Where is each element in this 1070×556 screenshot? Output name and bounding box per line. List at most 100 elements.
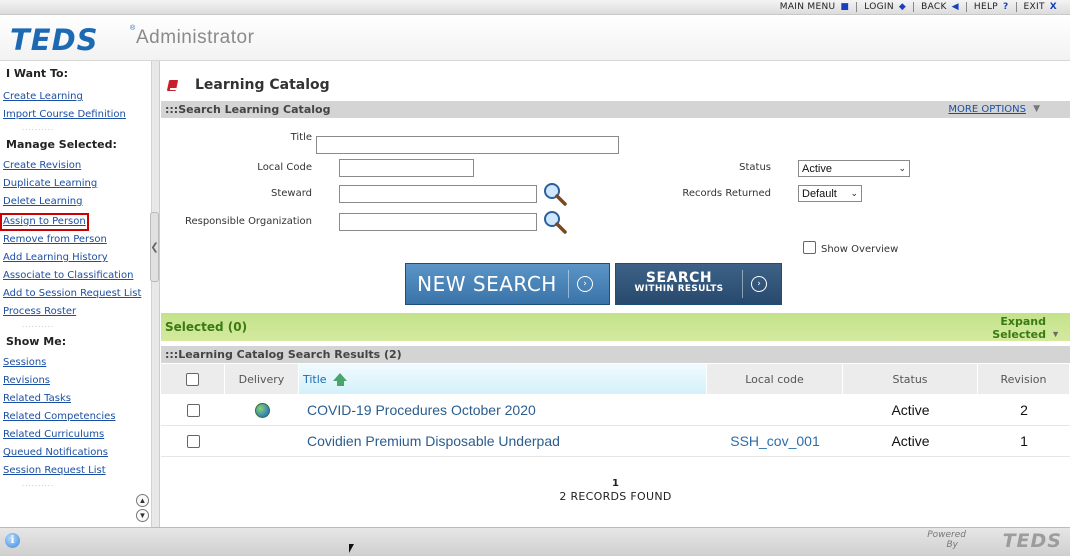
select-all-checkbox[interactable] <box>186 372 199 386</box>
status-bar: i Powered By TEDS <box>0 527 1070 556</box>
remove-from-person-link[interactable]: Remove from Person <box>0 231 151 249</box>
app-window: MAIN MENU ■ LOGIN ◆ BACK ◀ HELP ? EXIT X <box>0 0 1070 556</box>
create-learning-link[interactable]: Create Learning <box>0 88 151 106</box>
column-header-status[interactable]: Status <box>843 364 978 394</box>
search-within-line1: SEARCH <box>645 270 713 286</box>
related-tasks-link[interactable]: Related Tasks <box>0 390 151 408</box>
related-curriculums-link[interactable]: Related Curriculums <box>0 426 151 444</box>
learning-title-link[interactable]: Covidien Premium Disposable Underpad <box>299 426 707 457</box>
app-title: Administrator <box>136 27 255 48</box>
exit-link[interactable]: EXIT X <box>1019 2 1062 12</box>
column-header-revision[interactable]: Revision <box>978 364 1070 394</box>
help-icon: ? <box>1003 2 1009 12</box>
selected-count: Selected (0) <box>165 320 248 334</box>
import-course-definition-link[interactable]: Import Course Definition <box>0 106 151 124</box>
associate-to-classification-link[interactable]: Associate to Classification <box>0 267 151 285</box>
main-content: Learning Catalog :::Search Learning Cata… <box>161 61 1070 527</box>
chevron-down-icon: ⌄ <box>850 188 858 198</box>
exit-label: EXIT <box>1023 2 1045 12</box>
search-within-label: SEARCH WITHIN RESULTS <box>616 270 742 295</box>
i-want-to-heading: I Want To: <box>6 67 69 80</box>
column-header-title-label: Title <box>303 372 327 386</box>
delivery-cell <box>225 426 299 457</box>
related-competencies-link[interactable]: Related Competencies <box>0 408 151 426</box>
info-icon[interactable]: i <box>5 533 20 548</box>
status-select-value: Active <box>802 162 832 175</box>
title-label: Title <box>290 132 312 143</box>
menu-divider <box>913 2 915 12</box>
session-request-list-link[interactable]: Session Request List <box>0 462 151 480</box>
show-overview-label: Show Overview <box>821 244 899 255</box>
table-row: COVID-19 Procedures October 2020 Active … <box>161 395 1070 426</box>
top-menu-bar: MAIN MENU ■ LOGIN ◆ BACK ◀ HELP ? EXIT X <box>0 0 1070 15</box>
search-within-results-button[interactable]: SEARCH WITHIN RESULTS › <box>615 263 782 305</box>
process-roster-link[interactable]: Process Roster <box>0 303 151 321</box>
show-me-heading: Show Me: <box>6 335 67 348</box>
local-code-input[interactable] <box>339 159 474 177</box>
section-divider: .......... <box>22 123 55 132</box>
expand-selected-link[interactable]: Expand Selected <box>992 315 1046 341</box>
more-options-link[interactable]: MORE OPTIONS <box>948 101 1026 118</box>
steward-input[interactable] <box>339 185 537 203</box>
expand-arrow-icon[interactable]: ▼ <box>1051 329 1060 339</box>
responsible-organization-label: Responsible Organization <box>184 216 312 227</box>
menu-divider <box>856 2 858 12</box>
sessions-link[interactable]: Sessions <box>0 354 151 372</box>
sidebar-splitter[interactable] <box>152 61 160 527</box>
column-header-local-code[interactable]: Local code <box>707 364 843 394</box>
powered-line2: By <box>946 540 958 550</box>
button-divider <box>568 270 569 298</box>
go-arrow-icon: › <box>751 276 767 292</box>
status-cell: Active <box>843 426 978 457</box>
new-search-button[interactable]: NEW SEARCH › <box>405 263 610 305</box>
teds-logo: TEDS <box>10 23 99 57</box>
title-input[interactable] <box>316 136 619 154</box>
create-revision-link[interactable]: Create Revision <box>0 157 151 175</box>
status-label: Status <box>739 162 771 173</box>
records-returned-value: Default <box>802 187 837 200</box>
status-select[interactable]: Active ⌄ <box>798 160 910 177</box>
registered-mark: ® <box>130 25 136 32</box>
delete-learning-link[interactable]: Delete Learning <box>0 193 151 211</box>
sidebar-scroll-down-icon[interactable]: ▼ <box>136 509 149 522</box>
add-learning-history-link[interactable]: Add Learning History <box>0 249 151 267</box>
page-heading: Learning Catalog <box>166 77 330 93</box>
login-label: LOGIN <box>864 2 894 12</box>
records-returned-select[interactable]: Default ⌄ <box>798 185 862 202</box>
sidebar-scroll-up-icon[interactable]: ▲ <box>136 494 149 507</box>
back-link[interactable]: BACK ◀ <box>916 2 964 12</box>
learning-title-link[interactable]: COVID-19 Procedures October 2020 <box>299 395 707 426</box>
queued-notifications-link[interactable]: Queued Notifications <box>0 444 151 462</box>
collapse-sidebar-icon[interactable]: ❮ <box>150 212 159 282</box>
app-header: TEDS ® Administrator <box>0 15 1070 61</box>
go-arrow-icon: › <box>577 276 593 292</box>
column-header-delivery[interactable]: Delivery <box>225 364 299 394</box>
steward-label: Steward <box>270 188 312 199</box>
chevron-down-icon[interactable]: ▼ <box>1033 101 1040 118</box>
sidebar: I Want To: Create Learning Import Course… <box>0 61 152 527</box>
footer-teds-logo: TEDS <box>1002 530 1062 552</box>
local-code-link[interactable]: SSH_cov_001 <box>707 426 843 457</box>
page-number[interactable]: 1 <box>161 478 1070 489</box>
row-checkbox[interactable] <box>186 434 200 448</box>
row-checkbox[interactable] <box>186 403 200 417</box>
organization-search-icon[interactable] <box>542 209 568 235</box>
main-menu-link[interactable]: MAIN MENU ■ <box>775 2 854 12</box>
help-link[interactable]: HELP ? <box>969 2 1014 12</box>
close-icon: X <box>1049 2 1057 12</box>
show-overview-checkbox[interactable] <box>803 241 816 254</box>
duplicate-learning-link[interactable]: Duplicate Learning <box>0 175 151 193</box>
table-row: Covidien Premium Disposable Underpad SSH… <box>161 426 1070 457</box>
steward-search-icon[interactable] <box>542 181 568 207</box>
page-title: Learning Catalog <box>195 77 330 93</box>
local-code-label: Local Code <box>257 162 312 173</box>
column-header-title[interactable]: Title <box>299 364 707 394</box>
responsible-organization-input[interactable] <box>339 213 537 231</box>
login-link[interactable]: LOGIN ◆ <box>859 2 911 12</box>
local-code-cell <box>707 395 843 426</box>
menu-divider <box>1015 2 1017 12</box>
revisions-link[interactable]: Revisions <box>0 372 151 390</box>
assign-to-person-link[interactable]: Assign to Person <box>0 213 89 231</box>
section-divider: .......... <box>22 479 55 488</box>
add-to-session-request-list-link[interactable]: Add to Session Request List <box>0 285 151 303</box>
